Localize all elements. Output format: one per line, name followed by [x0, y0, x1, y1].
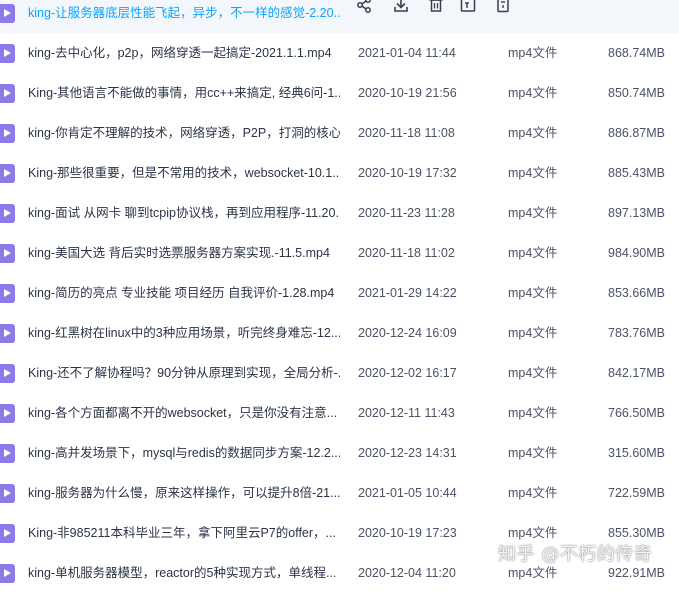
file-name[interactable]: king-各个方面都离不开的websocket，只是你没有注意...: [28, 405, 340, 421]
file-name[interactable]: King-其他语言不能做的事情，用cc++来搞定, 经典6问-1...: [28, 85, 340, 101]
file-size: 984.90MB: [608, 246, 665, 260]
video-file-icon: [0, 164, 15, 183]
file-type: mp4文件: [508, 366, 558, 380]
file-row[interactable]: king-去中心化，p2p，网络穿透一起搞定-2021.1.1.mp4 2021-…: [0, 33, 679, 73]
file-name[interactable]: King-非985211本科毕业三年，拿下阿里云P7的offer，...: [28, 525, 340, 541]
file-size: 855.30MB: [608, 526, 665, 540]
download-icon[interactable]: [392, 0, 410, 14]
file-type: mp4文件: [508, 206, 558, 220]
file-row[interactable]: King-其他语言不能做的事情，用cc++来搞定, 经典6问-1... 2020-…: [0, 73, 679, 113]
file-row[interactable]: king-面试 从网卡 聊到tcpip协议栈，再到应用程序-11.20... 20…: [0, 193, 679, 233]
video-file-icon: [0, 364, 15, 383]
file-date: 2020-12-04 11:20: [358, 566, 456, 580]
file-row[interactable]: king-让服务器底层性能飞起，异步，不一样的感觉-2.20...: [0, 0, 679, 33]
file-date: 2020-11-18 11:08: [358, 126, 455, 140]
file-name[interactable]: King-还不了解协程吗？90分钟从原理到实现，全局分析-...: [28, 365, 340, 381]
file-name[interactable]: king-简历的亮点 专业技能 项目经历 自我评价-1.28.mp4: [28, 285, 340, 301]
file-row[interactable]: king-各个方面都离不开的websocket，只是你没有注意... 2020-1…: [0, 393, 679, 433]
video-file-icon: [0, 564, 15, 583]
file-date: 2020-10-19 17:23: [358, 526, 457, 540]
file-date: 2020-10-19 17:32: [358, 166, 457, 180]
video-file-icon: [0, 324, 15, 343]
video-file-icon: [0, 404, 15, 423]
file-date: 2021-01-29 14:22: [358, 286, 457, 300]
file-date: 2020-10-19 21:56: [358, 86, 457, 100]
video-file-icon: [0, 204, 15, 223]
delete-icon[interactable]: [427, 0, 445, 14]
file-type: mp4文件: [508, 46, 558, 60]
file-size: 897.13MB: [608, 206, 665, 220]
video-file-icon: [0, 4, 15, 23]
file-type: mp4文件: [508, 486, 558, 500]
file-name[interactable]: king-单机服务器模型，reactor的5种实现方式，单线程...: [28, 565, 340, 581]
more-icon[interactable]: [494, 0, 512, 14]
video-file-icon: [0, 44, 15, 63]
file-name[interactable]: king-去中心化，p2p，网络穿透一起搞定-2021.1.1.mp4: [28, 45, 340, 61]
row-action-bar: [350, 0, 520, 19]
video-file-icon: [0, 284, 15, 303]
file-type: mp4文件: [508, 326, 558, 340]
file-type: mp4文件: [508, 446, 558, 460]
file-size: 868.74MB: [608, 46, 665, 60]
file-size: 850.74MB: [608, 86, 665, 100]
file-size: 853.66MB: [608, 286, 665, 300]
file-date: 2021-01-05 10:44: [358, 486, 457, 500]
file-type: mp4文件: [508, 86, 558, 100]
file-date: 2021-01-04 11:44: [358, 46, 456, 60]
file-size: 842.17MB: [608, 366, 665, 380]
file-name[interactable]: king-高并发场景下，mysql与redis的数据同步方案-12.2...: [28, 445, 340, 461]
file-name[interactable]: king-面试 从网卡 聊到tcpip协议栈，再到应用程序-11.20...: [28, 205, 340, 221]
file-row[interactable]: king-红黑树在linux中的3种应用场景，听完终身难忘-12.... 2020…: [0, 313, 679, 353]
video-file-icon: [0, 124, 15, 143]
file-date: 2020-12-23 14:31: [358, 446, 457, 460]
video-file-icon: [0, 484, 15, 503]
video-file-icon: [0, 84, 15, 103]
file-name[interactable]: king-你肯定不理解的技术，网络穿透，P2P，打洞的核心...: [28, 125, 340, 141]
file-date: 2020-12-11 11:43: [358, 406, 455, 420]
rename-icon[interactable]: [459, 0, 477, 14]
file-row[interactable]: King-那些很重要，但是不常用的技术，websocket-10.1... 202…: [0, 153, 679, 193]
file-row[interactable]: king-服务器为什么慢，原来这样操作，可以提升8倍-21.... 2021-01…: [0, 473, 679, 513]
file-name[interactable]: king-服务器为什么慢，原来这样操作，可以提升8倍-21....: [28, 485, 340, 501]
file-date: 2020-12-24 16:09: [358, 326, 457, 340]
file-name[interactable]: king-让服务器底层性能飞起，异步，不一样的感觉-2.20...: [28, 5, 340, 21]
file-type: mp4文件: [508, 286, 558, 300]
file-name[interactable]: king-红黑树在linux中的3种应用场景，听完终身难忘-12....: [28, 325, 340, 341]
file-size: 315.60MB: [608, 446, 665, 460]
file-row[interactable]: king-美国大选 背后实时选票服务器方案实现.-11.5.mp4 2020-11…: [0, 233, 679, 273]
file-row[interactable]: king-你肯定不理解的技术，网络穿透，P2P，打洞的核心... 2020-11-…: [0, 113, 679, 153]
file-type: mp4文件: [508, 566, 558, 580]
file-size: 766.50MB: [608, 406, 665, 420]
file-name[interactable]: king-美国大选 背后实时选票服务器方案实现.-11.5.mp4: [28, 245, 340, 261]
watermark: 知乎 @不朽的传奇: [498, 544, 653, 565]
file-row[interactable]: King-还不了解协程吗？90分钟从原理到实现，全局分析-... 2020-12-…: [0, 353, 679, 393]
file-size: 722.59MB: [608, 486, 665, 500]
file-name[interactable]: King-那些很重要，但是不常用的技术，websocket-10.1...: [28, 165, 340, 181]
file-date: 2020-12-02 16:17: [358, 366, 457, 380]
video-file-icon: [0, 244, 15, 263]
file-type: mp4文件: [508, 406, 558, 420]
file-date: 2020-11-18 11:02: [358, 246, 455, 260]
file-list: king-让服务器底层性能飞起，异步，不一样的感觉-2.20... king-去中…: [0, 0, 679, 584]
video-file-icon: [0, 524, 15, 543]
file-size: 885.43MB: [608, 166, 665, 180]
file-row[interactable]: king-简历的亮点 专业技能 项目经历 自我评价-1.28.mp4 2021-0…: [0, 273, 679, 313]
file-type: mp4文件: [508, 126, 558, 140]
file-date: 2020-11-23 11:28: [358, 206, 455, 220]
file-type: mp4文件: [508, 526, 558, 540]
video-file-icon: [0, 444, 15, 463]
file-type: mp4文件: [508, 246, 558, 260]
file-type: mp4文件: [508, 166, 558, 180]
file-size: 886.87MB: [608, 126, 665, 140]
share-icon[interactable]: [355, 0, 373, 14]
file-size: 922.91MB: [608, 566, 665, 580]
file-size: 783.76MB: [608, 326, 665, 340]
file-row[interactable]: king-高并发场景下，mysql与redis的数据同步方案-12.2... 20…: [0, 433, 679, 473]
